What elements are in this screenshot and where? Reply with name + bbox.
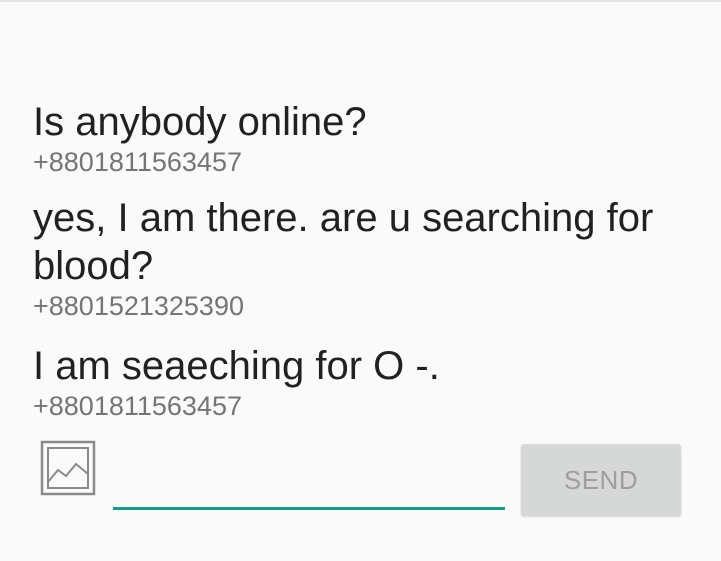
- message-text: yes, I am there. are u searching for blo…: [33, 196, 654, 288]
- image-icon: [40, 440, 96, 496]
- message-item: I am seaeching for O -. +8801811563457: [33, 342, 693, 421]
- send-button[interactable]: SEND: [521, 444, 681, 516]
- message-sender: +8801521325390: [33, 291, 244, 321]
- message-text: Is anybody online?: [33, 100, 367, 144]
- attach-image-button[interactable]: [40, 440, 96, 496]
- message-item: yes, I am there. are u searching for blo…: [33, 194, 693, 321]
- message-sender: +8801811563457: [33, 391, 242, 421]
- message-input[interactable]: [113, 450, 505, 506]
- message-composer: SEND: [0, 430, 721, 540]
- message-item: Is anybody online? +8801811563457: [33, 98, 693, 177]
- top-divider: [0, 0, 721, 2]
- message-text: I am seaeching for O -.: [33, 344, 440, 388]
- input-underline: [113, 507, 505, 510]
- message-sender: +8801811563457: [33, 147, 242, 177]
